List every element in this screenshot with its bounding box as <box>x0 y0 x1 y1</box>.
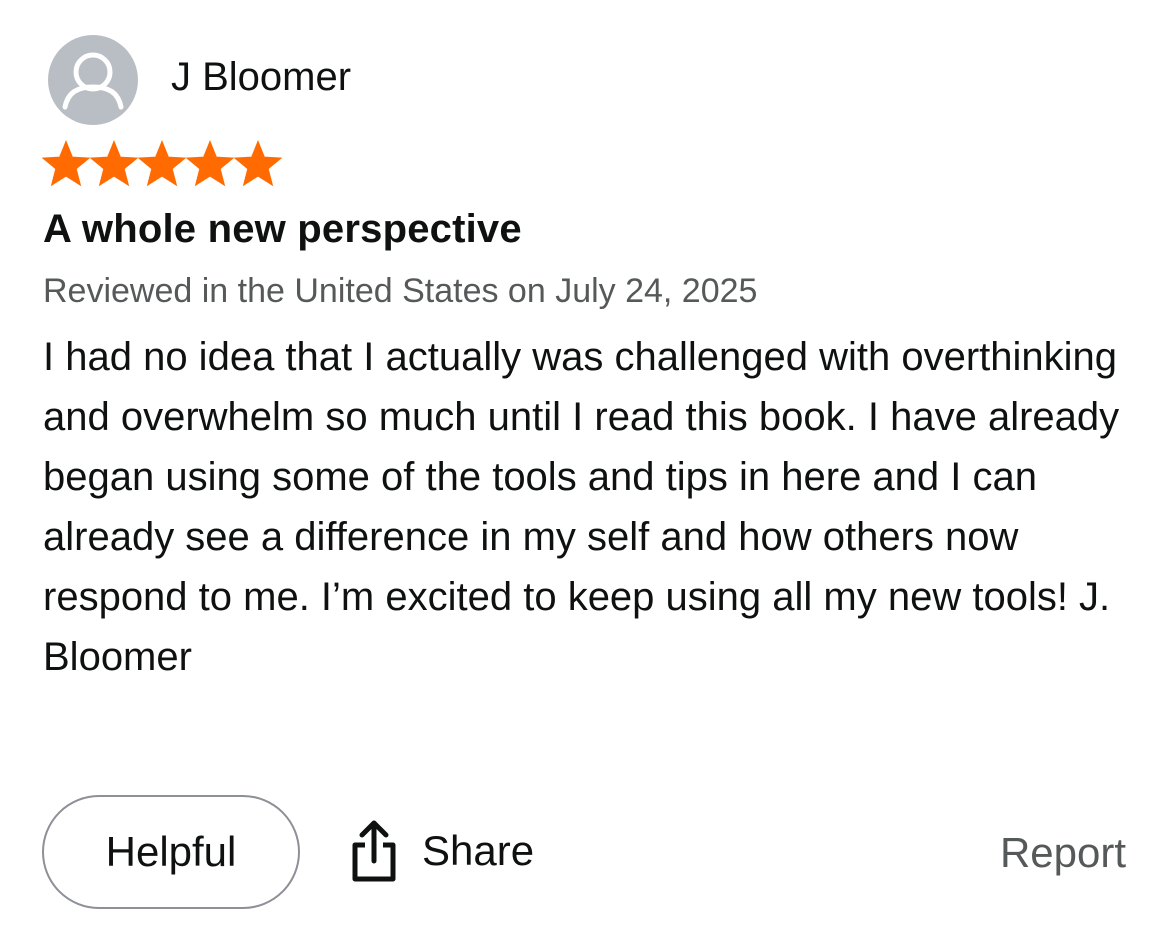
review-title[interactable]: A whole new perspective <box>43 207 522 252</box>
helpful-button[interactable]: Helpful <box>42 795 300 909</box>
star-rating <box>42 140 282 188</box>
avatar <box>48 35 138 125</box>
star-filled-icon <box>234 140 282 187</box>
review-meta: Reviewed in the United States on July 24… <box>43 272 758 310</box>
reviewer-name[interactable]: J Bloomer <box>171 55 351 100</box>
user-icon <box>62 52 124 110</box>
star-filled-icon <box>42 140 90 187</box>
review-actions: Helpful Share Report <box>42 795 1132 913</box>
report-link[interactable]: Report <box>1000 829 1126 877</box>
review-body: I had no idea that I actually was challe… <box>43 335 1120 679</box>
star-filled-icon <box>138 140 186 187</box>
review-card: J Bloomer A whole new perspective Review… <box>0 0 1170 942</box>
star-filled-icon <box>186 140 234 187</box>
review-header: J Bloomer <box>48 35 351 125</box>
share-icon <box>352 820 396 882</box>
share-button[interactable]: Share <box>348 819 534 883</box>
star-filled-icon <box>90 140 138 187</box>
share-label: Share <box>422 827 535 874</box>
